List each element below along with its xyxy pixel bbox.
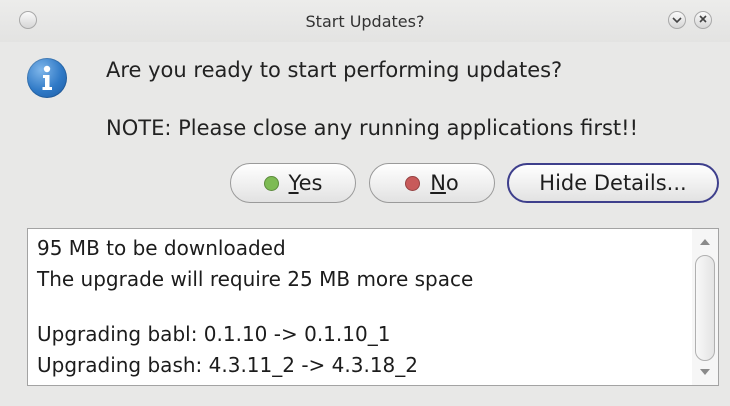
yes-button-label: Yes <box>288 171 323 195</box>
minimize-button[interactable] <box>668 11 686 29</box>
vertical-scrollbar[interactable] <box>692 229 718 385</box>
window-title: Start Updates? <box>305 12 425 31</box>
red-dot-icon <box>405 175 421 191</box>
detail-line: The upgrade will require 25 MB more spac… <box>37 267 474 291</box>
scrollbar-thumb[interactable] <box>695 255 715 361</box>
green-dot-icon <box>263 175 279 191</box>
detail-line: Upgrading bash: 4.3.11_2 -> 4.3.18_2 <box>37 353 418 377</box>
question-text: Are you ready to start performing update… <box>106 58 563 82</box>
info-icon <box>27 58 67 98</box>
detail-line: Upgrading babl: 0.1.10 -> 0.1.10_1 <box>37 322 391 346</box>
scroll-down-arrow-icon[interactable] <box>700 369 710 375</box>
close-icon <box>698 14 708 26</box>
detail-line: 95 MB to be downloaded <box>37 236 286 260</box>
title-bar: Start Updates? <box>0 0 730 42</box>
chevron-down-icon <box>672 14 682 26</box>
details-text-area[interactable]: 95 MB to be downloaded The upgrade will … <box>27 228 719 386</box>
note-text: NOTE: Please close any running applicati… <box>106 116 638 140</box>
hide-details-button[interactable]: Hide Details... <box>507 163 719 203</box>
no-button[interactable]: No <box>369 163 495 203</box>
scroll-up-arrow-icon[interactable] <box>700 239 710 245</box>
close-button[interactable] <box>694 11 712 29</box>
hide-details-label: Hide Details... <box>539 171 687 195</box>
yes-button[interactable]: Yes <box>230 163 356 203</box>
no-button-label: No <box>430 171 459 195</box>
